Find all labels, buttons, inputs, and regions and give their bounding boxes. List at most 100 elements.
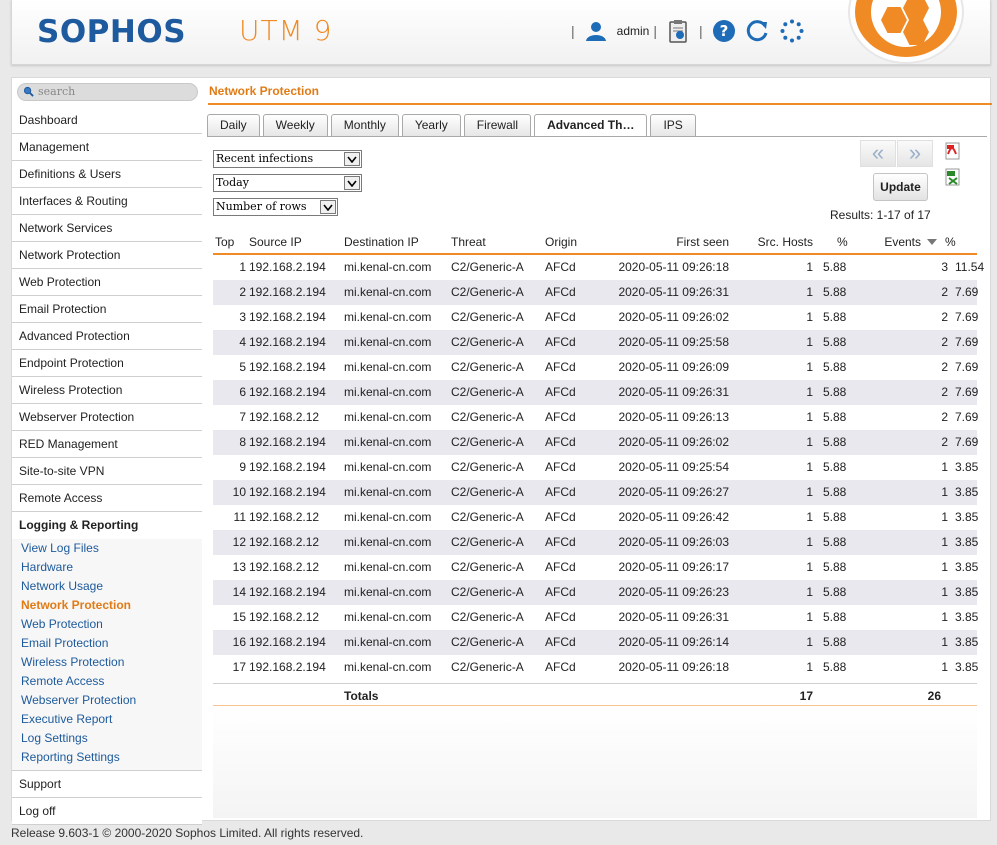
table-row[interactable]: 7 192.168.2.12 mi.kenal-cn.com C2/Generic-A…	[213, 405, 978, 430]
table-row[interactable]: 16 192.168.2.194 mi.kenal-cn.com C2/Generic…	[213, 630, 978, 655]
cell-first-seen: 2020-05-11 09:26:03	[618, 535, 729, 549]
subitem-email-protection[interactable]: Email Protection	[12, 634, 202, 653]
cell-destination-ip: mi.kenal-cn.com	[344, 460, 432, 474]
column-header-events[interactable]: Events	[853, 231, 921, 254]
cell-rank: 8	[239, 435, 246, 449]
prev-page-button[interactable]: «	[860, 140, 896, 167]
time-range-select[interactable]: Today	[213, 174, 362, 192]
sidebar-item-interfaces-routing[interactable]: Interfaces & Routing	[12, 188, 202, 215]
sidebar-item-endpoint-protection[interactable]: Endpoint Protection	[12, 350, 202, 377]
sidebar-item-remote-access[interactable]: Remote Access	[12, 485, 202, 512]
sidebar-item-site-to-site-vpn[interactable]: Site-to-site VPN	[12, 458, 202, 485]
table-row[interactable]: 1 192.168.2.194 mi.kenal-cn.com C2/Generic-…	[213, 255, 984, 280]
table-row[interactable]: 11 192.168.2.12 mi.kenal-cn.com C2/Generic-…	[213, 505, 979, 530]
table-row[interactable]: 3 192.168.2.194 mi.kenal-cn.com C2/Generic-…	[213, 305, 978, 330]
cell-origin: AFCd	[545, 435, 576, 449]
cell-threat: C2/Generic-A	[451, 585, 524, 599]
sidebar-item-logging-reporting[interactable]: Logging & Reporting	[12, 512, 202, 539]
sidebar-item-network-protection[interactable]: Network Protection	[12, 242, 202, 269]
cell-origin: AFCd	[545, 360, 576, 374]
column-header-top[interactable]: Top	[215, 231, 248, 254]
clipboard-icon[interactable]	[665, 18, 691, 44]
sidebar-item-definitions-users[interactable]: Definitions & Users	[12, 161, 202, 188]
user-icon[interactable]	[583, 18, 609, 44]
column-header-src-hosts[interactable]: Src. Hosts	[733, 231, 813, 254]
xls-export-icon[interactable]	[944, 168, 962, 189]
subitem-wireless-protection[interactable]: Wireless Protection	[12, 653, 202, 672]
column-header-hosts-percent[interactable]: %	[837, 231, 848, 254]
subitem-network-usage[interactable]: Network Usage	[12, 577, 202, 596]
table-row[interactable]: 13 192.168.2.12 mi.kenal-cn.com C2/Generic-…	[213, 555, 979, 580]
subitem-executive-report[interactable]: Executive Report	[12, 710, 202, 729]
cell-events: 1	[941, 585, 948, 599]
table-row[interactable]: 10 192.168.2.194 mi.kenal-cn.com C2/Generic…	[213, 480, 978, 505]
next-page-button[interactable]: »	[897, 140, 933, 167]
cell-rank: 13	[232, 560, 246, 574]
column-header-threat[interactable]: Threat	[451, 231, 486, 254]
cell-events-percent: 3.85	[955, 460, 979, 474]
cell-source-ip: 192.168.2.12	[249, 560, 320, 574]
cell-source-ip: 192.168.2.194	[249, 635, 326, 649]
sidebar-item-network-services[interactable]: Network Services	[12, 215, 202, 242]
sidebar-item-dashboard[interactable]: Dashboard	[12, 107, 202, 134]
tab-firewall[interactable]: Firewall	[463, 114, 532, 136]
subitem-webserver-protection[interactable]: Webserver Protection	[12, 691, 202, 710]
sidebar-item-webserver-protection[interactable]: Webserver Protection	[12, 404, 202, 431]
subitem-web-protection[interactable]: Web Protection	[12, 615, 202, 634]
search-icon	[23, 86, 34, 97]
table-row[interactable]: 4 192.168.2.194 mi.kenal-cn.com C2/Generic-…	[213, 330, 978, 355]
username-link[interactable]: admin	[617, 24, 650, 38]
header-toolbar: | admin | | ?	[567, 18, 809, 44]
sidebar-item-red-management[interactable]: RED Management	[12, 431, 202, 458]
column-header-first-seen[interactable]: First seen	[593, 231, 729, 254]
table-row[interactable]: 8 192.168.2.194 mi.kenal-cn.com C2/Generic-…	[213, 430, 978, 455]
sidebar-item-email-protection[interactable]: Email Protection	[12, 296, 202, 323]
subitem-hardware[interactable]: Hardware	[12, 558, 202, 577]
sidebar-item-advanced-protection[interactable]: Advanced Protection	[12, 323, 202, 350]
subitem-reporting-settings[interactable]: Reporting Settings	[12, 748, 202, 767]
cell-src-hosts: 1	[806, 585, 813, 599]
sidebar-item-web-protection[interactable]: Web Protection	[12, 269, 202, 296]
update-button[interactable]: Update	[873, 173, 928, 201]
table-row[interactable]: 2 192.168.2.194 mi.kenal-cn.com C2/Generic-…	[213, 280, 978, 305]
table-row[interactable]: 5 192.168.2.194 mi.kenal-cn.com C2/Generic-…	[213, 355, 978, 380]
tab-ips[interactable]: IPS	[650, 114, 696, 136]
table-row[interactable]: 6 192.168.2.194 mi.kenal-cn.com C2/Generic-…	[213, 380, 978, 405]
results-count: Results: 1-17 of 17	[830, 208, 931, 222]
cell-events: 1	[941, 460, 948, 474]
sidebar-item-support[interactable]: Support	[12, 771, 202, 798]
row-count-select[interactable]: Number of rows	[213, 198, 338, 216]
tab-daily[interactable]: Daily	[207, 114, 260, 136]
sidebar-item-wireless-protection[interactable]: Wireless Protection	[12, 377, 202, 404]
search-input[interactable]: search	[17, 83, 198, 101]
sort-desc-icon[interactable]	[926, 231, 938, 254]
subitem-remote-access[interactable]: Remote Access	[12, 672, 202, 691]
table-row[interactable]: 9 192.168.2.194 mi.kenal-cn.com C2/Generic-…	[213, 455, 979, 480]
tab-yearly[interactable]: Yearly	[401, 114, 461, 136]
sidebar-item-management[interactable]: Management	[12, 134, 202, 161]
table-row[interactable]: 15 192.168.2.12 mi.kenal-cn.com C2/Generic-…	[213, 605, 979, 630]
table-row[interactable]: 14 192.168.2.194 mi.kenal-cn.com C2/Generic…	[213, 580, 978, 605]
subitem-log-settings[interactable]: Log Settings	[12, 729, 202, 748]
cell-origin: AFCd	[545, 410, 576, 424]
tab-weekly[interactable]: Weekly	[262, 114, 328, 136]
sidebar-item-log-off[interactable]: Log off	[12, 798, 202, 825]
help-icon[interactable]: ?	[711, 18, 737, 44]
table-row[interactable]: 12 192.168.2.12 mi.kenal-cn.com C2/Generic-…	[213, 530, 978, 555]
cell-hosts-percent: 5.88	[823, 435, 847, 449]
cell-destination-ip: mi.kenal-cn.com	[344, 485, 432, 499]
report-type-select[interactable]: Recent infections	[213, 150, 362, 168]
column-header-events-percent[interactable]: %	[945, 231, 956, 254]
tab-advanced-threat[interactable]: Advanced Th…	[534, 114, 648, 136]
table-row[interactable]: 17 192.168.2.194 mi.kenal-cn.com C2/Generic…	[213, 655, 979, 680]
refresh-icon[interactable]	[745, 18, 771, 44]
subitem-view-log-files[interactable]: View Log Files	[12, 539, 202, 558]
subitem-network-protection[interactable]: Network Protection	[12, 596, 202, 615]
column-header-destination-ip[interactable]: Destination IP	[344, 231, 419, 254]
column-header-origin[interactable]: Origin	[545, 231, 577, 254]
column-header-source-ip[interactable]: Source IP	[249, 231, 302, 254]
cell-events: 1	[941, 560, 948, 574]
tab-monthly[interactable]: Monthly	[330, 114, 399, 136]
pdf-export-icon[interactable]	[944, 142, 962, 163]
cell-src-hosts: 1	[806, 510, 813, 524]
